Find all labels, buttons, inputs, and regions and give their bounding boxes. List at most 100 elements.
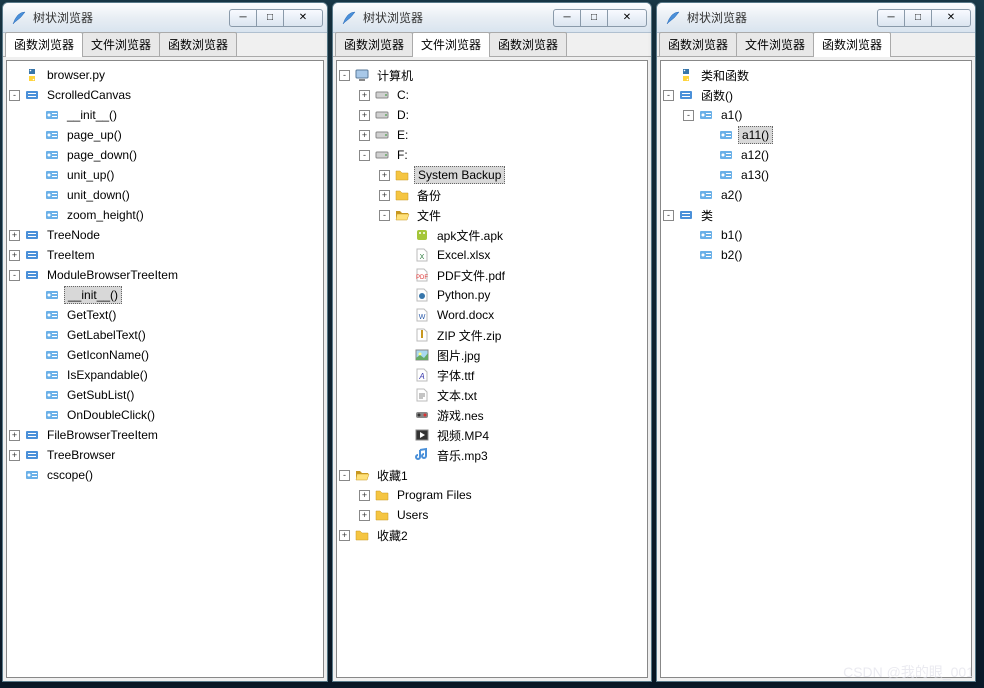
tree-node[interactable]: XExcel.xlsx (339, 245, 645, 265)
tree-node-label[interactable]: b2() (718, 247, 745, 263)
tree-node-label[interactable]: zoom_height() (64, 207, 147, 223)
tree-node-label[interactable]: __init__() (64, 286, 122, 304)
tree-node-label[interactable]: OnDoubleClick() (64, 407, 158, 423)
expand-icon[interactable]: + (9, 450, 20, 461)
maximize-button[interactable]: □ (256, 9, 284, 27)
tree-node[interactable]: zoom_height() (9, 205, 321, 225)
tree-node-label[interactable]: 游戏.nes (434, 406, 487, 425)
tree-node-label[interactable]: 函数() (698, 86, 736, 105)
tree-node-label[interactable]: page_up() (64, 127, 125, 143)
tree-node-label[interactable]: ModuleBrowserTreeItem (44, 267, 181, 283)
tree-node-label[interactable]: cscope() (44, 467, 96, 483)
tree-node[interactable]: b1() (663, 225, 969, 245)
tree-node[interactable]: + Program Files (339, 485, 645, 505)
tab-1[interactable]: 文件浏览器 (412, 32, 490, 56)
tree-node[interactable]: 游戏.nes (339, 405, 645, 425)
tree-node-label[interactable]: a13() (738, 167, 772, 183)
tree-node-label[interactable]: 计算机 (374, 66, 416, 85)
tab-0[interactable]: 函数浏览器 (659, 32, 737, 56)
tree-node-label[interactable]: IsExpandable() (64, 367, 151, 383)
collapse-icon[interactable]: - (339, 70, 350, 81)
minimize-button[interactable]: ─ (877, 9, 905, 27)
tab-1[interactable]: 文件浏览器 (82, 32, 160, 56)
tree-node[interactable]: -F: (339, 145, 645, 165)
tree-node-label[interactable]: TreeNode (44, 227, 103, 243)
tree-node-label[interactable]: 图片.jpg (434, 346, 483, 365)
tree-node-label[interactable]: __init__() (64, 107, 120, 123)
tree-node-label[interactable]: Word.docx (434, 307, 497, 323)
tree-node[interactable]: WWord.docx (339, 305, 645, 325)
expand-icon[interactable]: + (9, 430, 20, 441)
tree-node-label[interactable]: 类和函数 (698, 66, 752, 85)
tab-2[interactable]: 函数浏览器 (489, 32, 567, 56)
tree-node[interactable]: A字体.ttf (339, 365, 645, 385)
tree-node[interactable]: +D: (339, 105, 645, 125)
tree-node-label[interactable]: page_down() (64, 147, 140, 163)
tree-node[interactable]: - 计算机 (339, 65, 645, 85)
tree-node[interactable]: - 函数() (663, 85, 969, 105)
close-button[interactable]: ✕ (931, 9, 971, 27)
tree-node-label[interactable]: C: (394, 87, 412, 103)
expand-icon[interactable]: + (379, 170, 390, 181)
tree-view[interactable]: browser.py-ScrolledCanvas __init__() page_… (6, 60, 324, 678)
tree-node[interactable]: 图片.jpg (339, 345, 645, 365)
tree-node[interactable]: 文本.txt (339, 385, 645, 405)
tree-node-label[interactable]: a1() (718, 107, 745, 123)
tree-node-label[interactable]: ZIP 文件.zip (434, 326, 504, 345)
collapse-icon[interactable]: - (663, 210, 674, 221)
expand-icon[interactable]: + (9, 250, 20, 261)
titlebar[interactable]: 树状浏览器 ─ □ ✕ (333, 3, 651, 33)
tree-node-label[interactable]: GetLabelText() (64, 327, 149, 343)
tree-node[interactable]: unit_down() (9, 185, 321, 205)
tree-node-label[interactable]: Program Files (394, 487, 475, 503)
tree-node[interactable]: 类和函数 (663, 65, 969, 85)
tree-node-label[interactable]: FileBrowserTreeItem (44, 427, 161, 443)
tree-node[interactable]: apk文件.apk (339, 225, 645, 245)
tree-node[interactable]: Python.py (339, 285, 645, 305)
maximize-button[interactable]: □ (904, 9, 932, 27)
tree-node-label[interactable]: D: (394, 107, 412, 123)
tree-node-label[interactable]: GetSubList() (64, 387, 137, 403)
expand-icon[interactable]: + (9, 230, 20, 241)
tree-node[interactable]: +E: (339, 125, 645, 145)
titlebar[interactable]: 树状浏览器 ─ □ ✕ (3, 3, 327, 33)
tree-node-label[interactable]: a11() (738, 126, 773, 144)
tree-node-label[interactable]: 文件 (414, 206, 444, 225)
tree-node[interactable]: + TreeNode (9, 225, 321, 245)
tree-node[interactable]: +收藏2 (339, 525, 645, 545)
tree-node[interactable]: unit_up() (9, 165, 321, 185)
tree-node[interactable]: -类 (663, 205, 969, 225)
collapse-icon[interactable]: - (663, 90, 674, 101)
minimize-button[interactable]: ─ (229, 9, 257, 27)
tree-node[interactable]: 视频.MP4 (339, 425, 645, 445)
tab-2[interactable]: 函数浏览器 (159, 32, 237, 56)
tab-1[interactable]: 文件浏览器 (736, 32, 814, 56)
tree-node[interactable]: GetIconName() (9, 345, 321, 365)
tree-node[interactable]: + TreeItem (9, 245, 321, 265)
tree-node-label[interactable]: 视频.MP4 (434, 426, 492, 445)
tree-node-label[interactable]: TreeItem (44, 247, 98, 263)
tree-node[interactable]: +Users (339, 505, 645, 525)
tab-0[interactable]: 函数浏览器 (335, 32, 413, 56)
tree-node[interactable]: -文件 (339, 205, 645, 225)
collapse-icon[interactable]: - (9, 270, 20, 281)
expand-icon[interactable]: + (339, 530, 350, 541)
close-button[interactable]: ✕ (283, 9, 323, 27)
tab-2[interactable]: 函数浏览器 (813, 32, 891, 56)
tree-node[interactable]: OnDoubleClick() (9, 405, 321, 425)
tree-node-label[interactable]: a12() (738, 147, 772, 163)
tree-node-label[interactable]: Excel.xlsx (434, 247, 493, 263)
tree-node[interactable]: IsExpandable() (9, 365, 321, 385)
tree-node[interactable]: + FileBrowserTreeItem (9, 425, 321, 445)
expand-icon[interactable]: + (379, 190, 390, 201)
tree-node[interactable]: -ScrolledCanvas (9, 85, 321, 105)
maximize-button[interactable]: □ (580, 9, 608, 27)
tree-node-label[interactable]: E: (394, 127, 411, 143)
tree-node[interactable]: 音乐.mp3 (339, 445, 645, 465)
tree-view[interactable]: 类和函数-函数()-a1()a11()a12()a13()a2()-类b1()b… (660, 60, 972, 678)
expand-icon[interactable]: + (359, 490, 370, 501)
tree-node[interactable]: ZIP 文件.zip (339, 325, 645, 345)
tree-node-label[interactable]: 文本.txt (434, 386, 480, 405)
tree-node[interactable]: __init__() (9, 105, 321, 125)
tree-node[interactable]: browser.py (9, 65, 321, 85)
